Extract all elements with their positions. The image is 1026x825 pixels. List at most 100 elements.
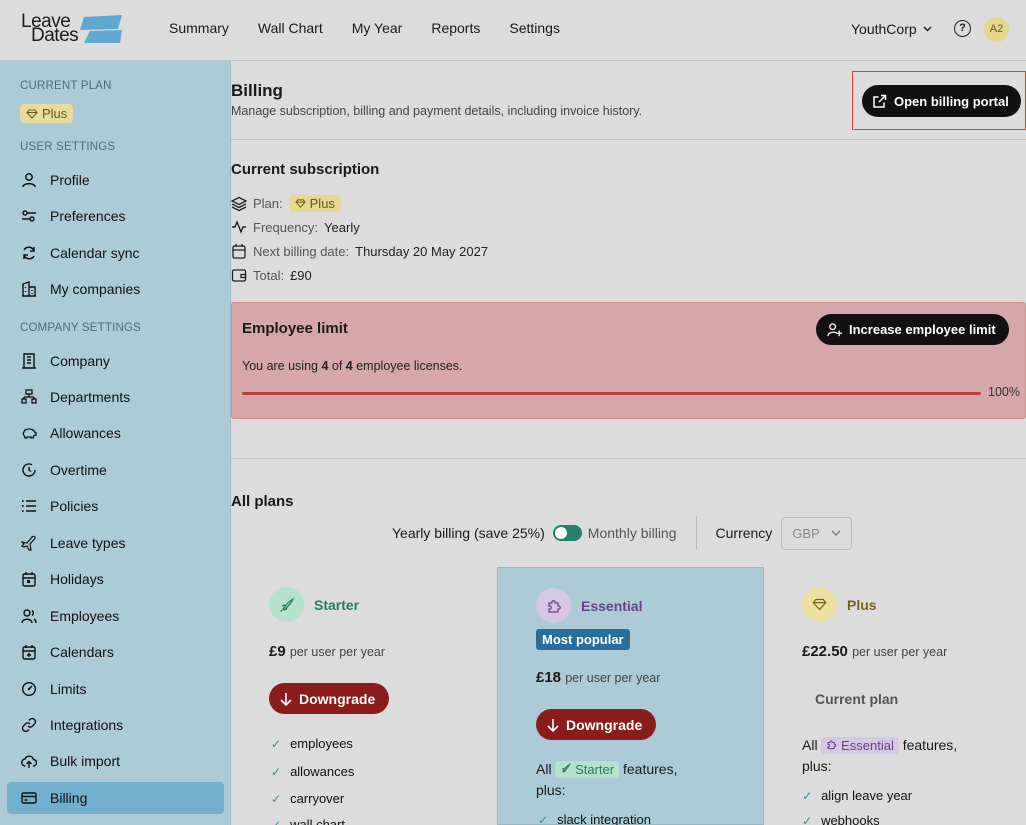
sidebar-item-label: My companies <box>50 281 141 297</box>
feature-label: slack integration <box>557 812 652 825</box>
sidebar-item-allowances[interactable]: Allowances <box>7 417 224 449</box>
sidebar-item-integrations[interactable]: Integrations <box>7 709 224 741</box>
plan-card-starter: Starter £9 per user per year Downgrade ✓… <box>231 567 497 825</box>
buildings-icon <box>20 281 37 298</box>
price-amount: £18 <box>536 669 562 686</box>
sidebar-item-label: Overtime <box>50 462 107 478</box>
sidebar-item-label: Allowances <box>50 425 121 441</box>
nav-settings[interactable]: Settings <box>509 20 560 36</box>
includes-plus: plus: <box>536 782 566 798</box>
sidebar-item-my-companies[interactable]: My companies <box>7 273 224 305</box>
next-billing-value: Thursday 20 May 2027 <box>355 243 489 259</box>
price-unit: per user per year <box>289 645 386 659</box>
avatar[interactable]: A2 <box>984 17 1009 42</box>
user-icon <box>20 172 37 189</box>
calendar-plus-icon <box>20 644 37 661</box>
next-billing-key: Next billing date: <box>253 243 350 259</box>
sidebar-item-calendars[interactable]: Calendars <box>7 636 224 668</box>
user-plus-icon <box>827 323 842 337</box>
sidebar-item-overtime[interactable]: Overtime <box>7 454 224 486</box>
puzzle-icon <box>536 588 571 623</box>
sidebar-item-calendar-sync[interactable]: Calendar sync <box>7 237 224 269</box>
sync-icon <box>20 245 37 262</box>
help-icon[interactable]: ? <box>954 20 971 37</box>
company-switcher[interactable]: YouthCorp <box>851 21 932 37</box>
limit-text-mid: of <box>328 359 346 373</box>
essential-tag: Essential <box>821 737 899 754</box>
controls-divider <box>695 516 697 550</box>
wallet-icon <box>231 269 247 282</box>
sidebar-item-company[interactable]: Company <box>7 345 224 377</box>
check-icon: ✓ <box>271 791 282 806</box>
sidebar-item-profile[interactable]: Profile <box>7 164 224 196</box>
price-amount: £22.50 <box>802 643 848 660</box>
billing-period-toggle[interactable] <box>552 525 582 541</box>
piggy-bank-icon <box>20 425 37 442</box>
subscription-next-billing-row: Next billing date: Thursday 20 May 2027 <box>231 243 488 259</box>
feature-label: employees <box>290 736 353 751</box>
currency-select[interactable]: GBP <box>781 516 853 550</box>
includes-prefix: All <box>802 737 818 753</box>
increase-employee-limit-button[interactable]: Increase employee limit <box>816 314 1009 345</box>
company-settings-label: COMPANY SETTINGS <box>20 322 141 334</box>
sidebar-item-label: Calendars <box>50 644 114 660</box>
sidebar-item-limits[interactable]: Limits <box>7 673 224 705</box>
plan-price: £9 per user per year <box>269 643 385 660</box>
downgrade-button[interactable]: Downgrade <box>269 683 390 714</box>
sidebar-item-policies[interactable]: Policies <box>7 490 224 522</box>
currency-label: Currency <box>715 525 773 541</box>
check-icon: ✓ <box>802 813 813 825</box>
sidebar-item-label: Limits <box>50 681 87 697</box>
plan-name: Plus <box>847 596 877 613</box>
diamond-icon <box>802 587 837 622</box>
leave-dates-logo[interactable]: Leave Dates <box>20 11 125 47</box>
sidebar-item-leave-types[interactable]: Leave types <box>7 527 224 559</box>
sidebar-item-employees[interactable]: Employees <box>7 600 224 632</box>
sidebar-item-bulk-import[interactable]: Bulk import <box>7 745 224 777</box>
sidebar-item-billing[interactable]: Billing <box>7 782 224 814</box>
open-billing-portal-button[interactable]: Open billing portal <box>862 85 1021 117</box>
licenses-total: 4 <box>345 359 353 373</box>
current-plan-indicator: Current plan <box>815 691 899 707</box>
check-icon: ✓ <box>802 788 813 803</box>
sidebar-item-departments[interactable]: Departments <box>7 381 224 413</box>
feature-label: wall chart <box>290 817 345 825</box>
essential-tag-label: Essential <box>841 738 894 753</box>
plan-price: £22.50 per user per year <box>802 643 947 660</box>
sidebar-item-label: Policies <box>50 498 99 514</box>
nav-summary[interactable]: Summary <box>169 20 229 36</box>
billing-page: Billing Manage subscription, billing and… <box>231 61 1026 825</box>
total-value: £90 <box>290 267 312 283</box>
feature-label: align leave year <box>821 788 913 803</box>
sidebar-item-label: Profile <box>50 172 90 188</box>
check-icon: ✓ <box>538 812 549 825</box>
nav-my-year[interactable]: My Year <box>352 20 403 36</box>
upload-cloud-icon <box>20 753 37 770</box>
price-unit: per user per year <box>852 645 948 659</box>
employee-limit-progress-bar <box>242 392 981 395</box>
plans-divider <box>231 458 1026 459</box>
current-plan-label: CURRENT PLAN <box>20 80 112 92</box>
monthly-billing-label: Monthly billing <box>587 525 677 541</box>
nav-reports[interactable]: Reports <box>431 20 480 36</box>
sidebar-item-label: Leave types <box>50 535 126 551</box>
diamond-icon <box>294 199 306 208</box>
downgrade-button[interactable]: Downgrade <box>536 709 657 740</box>
plan-card-plus: Plus £22.50 per user per year Current pl… <box>764 567 1026 825</box>
sidebar-item-label: Calendar sync <box>50 245 140 261</box>
feature-item: ✓ slack integration <box>538 812 651 825</box>
nav-wall-chart[interactable]: Wall Chart <box>258 20 323 36</box>
chevron-down-icon <box>923 26 932 32</box>
feature-item: ✓ carryover <box>271 791 344 806</box>
sidebar-item-holidays[interactable]: Holidays <box>7 563 224 595</box>
arrow-down-icon <box>280 692 292 706</box>
plan-name: Starter <box>314 596 360 613</box>
check-icon: ✓ <box>271 736 282 751</box>
diamond-icon <box>26 108 38 119</box>
feature-label: webhooks <box>821 813 880 825</box>
plan-value: Plus <box>309 196 335 211</box>
sidebar-item-preferences[interactable]: Preferences <box>7 200 224 232</box>
sidebar-item-label: Preferences <box>50 208 126 224</box>
subscription-frequency-row: Frequency: Yearly <box>231 219 360 235</box>
feature-item: ✓ employees <box>271 736 353 751</box>
